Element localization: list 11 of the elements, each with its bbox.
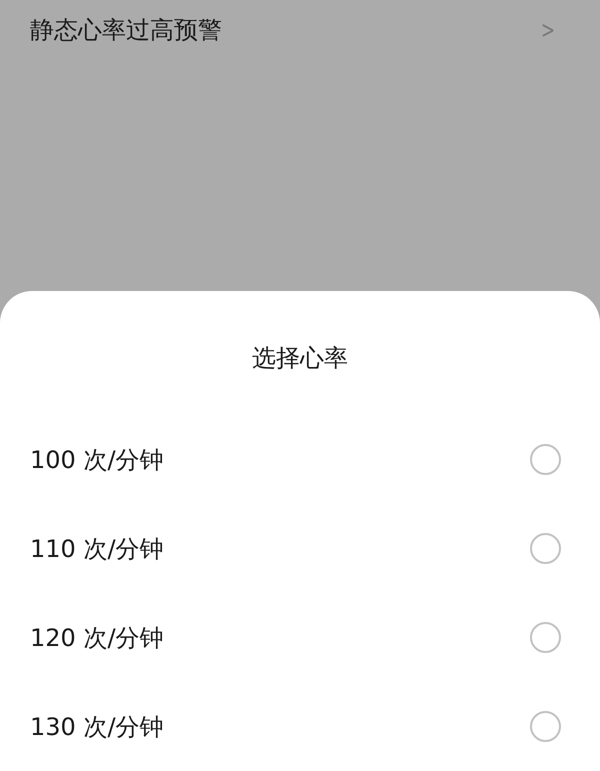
setting-label: 静态心率过高预警: [30, 15, 222, 46]
option-label: 130 次/分钟: [30, 712, 164, 742]
option-label: 120 次/分钟: [30, 622, 164, 654]
radio-button[interactable]: [530, 444, 561, 475]
radio-button[interactable]: [530, 622, 561, 653]
option-label: 110 次/分钟: [30, 534, 164, 564]
radio-button[interactable]: [530, 533, 561, 564]
option-label: 100 次/分钟: [30, 444, 164, 476]
sheet-title: 选择心率: [251, 343, 349, 374]
radio-button[interactable]: [530, 711, 561, 742]
chevron-icon: >: [540, 16, 555, 44]
